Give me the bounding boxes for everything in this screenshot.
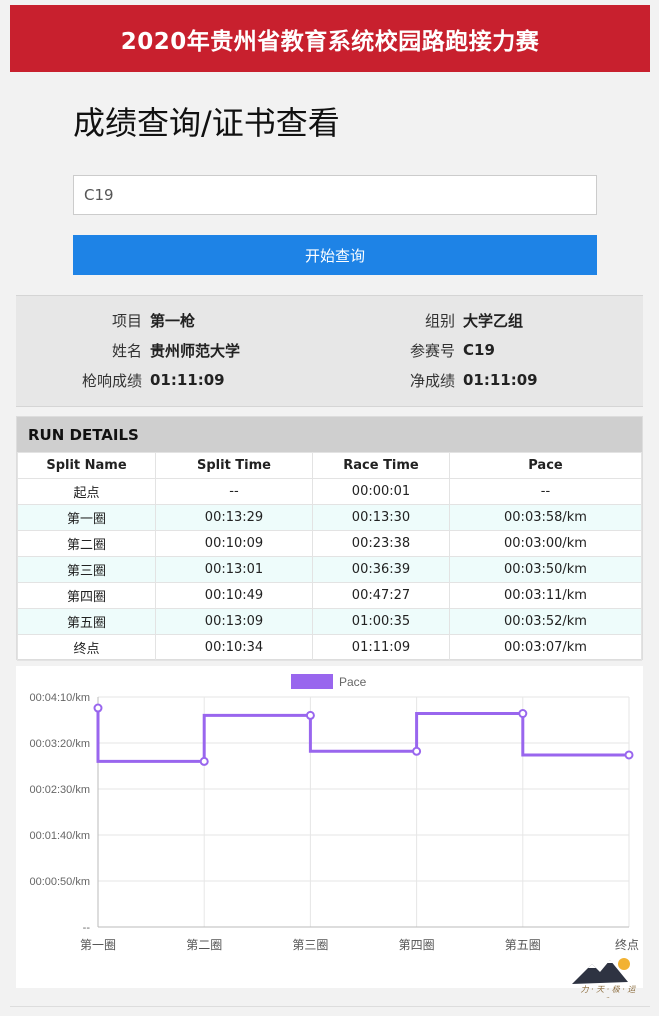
col-pace: Pace xyxy=(449,452,642,479)
pace-data-point xyxy=(305,710,315,720)
pace-series-line xyxy=(96,708,629,763)
summary-gun-time: 枪响成绩 01:11:09 xyxy=(78,368,225,392)
x-tick-label: 第一圈 xyxy=(80,938,116,952)
pace-data-point xyxy=(93,703,103,713)
cell-pace: 00:03:00/km xyxy=(449,530,642,557)
cell-split-time: 00:13:01 xyxy=(155,556,313,583)
cell-race-time: 00:00:01 xyxy=(312,478,450,505)
search-input[interactable] xyxy=(73,175,597,215)
pace-data-point xyxy=(412,746,422,756)
cell-split-time: 00:10:09 xyxy=(155,530,313,557)
cell-split-time: -- xyxy=(155,478,313,505)
gun-time-label: 枪响成绩 xyxy=(81,371,142,390)
summary-bib: 参赛号 C19 xyxy=(391,338,495,362)
cell-split-name: 起点 xyxy=(17,478,156,505)
summary-name: 姓名 贵州师范大学 xyxy=(78,338,240,362)
x-tick-label: 第三圈 xyxy=(292,938,328,952)
legend-label: Pace xyxy=(339,675,367,689)
svg-text:力 · 天 · 极 · 运: 力 · 天 · 极 · 运 xyxy=(581,985,637,994)
cell-race-time: 00:13:30 xyxy=(312,504,450,531)
page-title: 成绩查询/证书查看 xyxy=(73,104,340,142)
pace-data-point xyxy=(518,709,528,719)
run-details-table: Split Name Split Time Race Time Pace 起点 … xyxy=(17,452,642,661)
net-time-label: 净成绩 xyxy=(409,371,455,390)
summary-net-time: 净成绩 01:11:09 xyxy=(391,368,538,392)
x-tick-label: 第四圈 xyxy=(399,938,435,952)
col-race-time: Race Time xyxy=(312,452,450,479)
pace-data-point xyxy=(199,756,209,766)
bib-value: C19 xyxy=(463,341,495,359)
cell-split-name: 第五圈 xyxy=(17,608,156,635)
y-tick-label: 00:04:10/km xyxy=(29,692,90,704)
cell-split-name: 第四圈 xyxy=(17,582,156,609)
table-row: 第三圈 00:13:01 00:36:39 00:03:50/km xyxy=(17,556,642,583)
cell-pace: -- xyxy=(449,478,642,505)
y-tick-label: 00:00:50/km xyxy=(29,876,90,888)
col-split-time: Split Time xyxy=(155,452,313,479)
pace-chart: -- 00:00:50/km 00:01:40/km 00:02:30/km 00:03… xyxy=(29,674,639,952)
cell-pace: 00:03:58/km xyxy=(449,504,642,531)
x-tick-label: 第二圈 xyxy=(186,938,222,952)
y-tick-label: 00:03:20/km xyxy=(29,738,90,750)
bottom-divider xyxy=(10,1006,650,1007)
cell-pace: 00:03:07/km xyxy=(449,634,642,661)
cell-split-name: 第二圈 xyxy=(17,530,156,557)
cell-split-name: 第一圈 xyxy=(17,504,156,531)
app-header: 2020年贵州省教育系统校园路跑接力赛 xyxy=(10,5,650,72)
table-row: 起点 -- 00:00:01 -- xyxy=(17,478,642,505)
pace-chart-panel: -- 00:00:50/km 00:01:40/km 00:02:30/km 00:03… xyxy=(16,666,643,988)
cell-race-time: 00:36:39 xyxy=(312,556,450,583)
summary-event: 项目 第一枪 xyxy=(78,308,195,332)
legend-swatch xyxy=(291,674,333,689)
cell-race-time: 01:11:09 xyxy=(312,634,450,661)
pace-data-point xyxy=(624,750,634,760)
name-value: 贵州师范大学 xyxy=(150,341,241,360)
summary-group: 组别 大学乙组 xyxy=(391,308,523,332)
col-split-name: Split Name xyxy=(17,452,156,479)
table-row: 第四圈 00:10:49 00:47:27 00:03:11/km xyxy=(17,582,642,609)
event-label: 项目 xyxy=(111,311,142,330)
table-header-row: Split Name Split Time Race Time Pace xyxy=(17,452,642,479)
run-details-panel: RUN DETAILS Split Name Split Time Race T… xyxy=(16,416,643,661)
x-tick-label: 终点 xyxy=(615,937,639,952)
table-row: 第二圈 00:10:09 00:23:38 00:03:00/km xyxy=(17,530,642,557)
cell-split-name: 终点 xyxy=(17,634,156,661)
cell-race-time: 01:00:35 xyxy=(312,608,450,635)
x-tick-label: 第五圈 xyxy=(505,938,541,952)
gun-time-value: 01:11:09 xyxy=(150,371,225,389)
y-tick-label: 00:01:40/km xyxy=(29,830,90,842)
cell-split-time: 00:10:34 xyxy=(155,634,313,661)
y-tick-label: 00:02:30/km xyxy=(29,784,90,796)
cell-split-time: 00:10:49 xyxy=(155,582,313,609)
cell-split-time: 00:13:09 xyxy=(155,608,313,635)
svg-text:~: ~ xyxy=(606,995,609,1000)
cell-race-time: 00:47:27 xyxy=(312,582,450,609)
table-row: 终点 00:10:34 01:11:09 00:03:07/km xyxy=(17,634,642,661)
net-time-value: 01:11:09 xyxy=(463,371,538,389)
header-title: 2020年贵州省教育系统校园路跑接力赛 xyxy=(120,28,540,55)
search-button[interactable]: 开始查询 xyxy=(73,235,597,275)
y-tick-label: -- xyxy=(83,922,91,934)
mountain-logo-icon: 力 · 天 · 极 · 运 ~ xyxy=(572,958,637,1000)
cell-pace: 00:03:11/km xyxy=(449,582,642,609)
cell-pace: 00:03:52/km xyxy=(449,608,642,635)
cell-race-time: 00:23:38 xyxy=(312,530,450,557)
group-label: 组别 xyxy=(424,311,455,330)
table-row: 第一圈 00:13:29 00:13:30 00:03:58/km xyxy=(17,504,642,531)
cell-pace: 00:03:50/km xyxy=(449,556,642,583)
run-details-title: RUN DETAILS xyxy=(17,417,642,452)
event-value: 第一枪 xyxy=(150,311,196,330)
cell-split-time: 00:13:29 xyxy=(155,504,313,531)
result-summary: 项目 第一枪 组别 大学乙组 姓名 贵州师范大学 参赛号 C19 枪响成绩 01… xyxy=(16,295,643,407)
table-row: 第五圈 00:13:09 01:00:35 00:03:52/km xyxy=(17,608,642,635)
group-value: 大学乙组 xyxy=(463,311,524,330)
bib-label: 参赛号 xyxy=(409,341,455,360)
cell-split-name: 第三圈 xyxy=(17,556,156,583)
name-label: 姓名 xyxy=(111,341,142,360)
